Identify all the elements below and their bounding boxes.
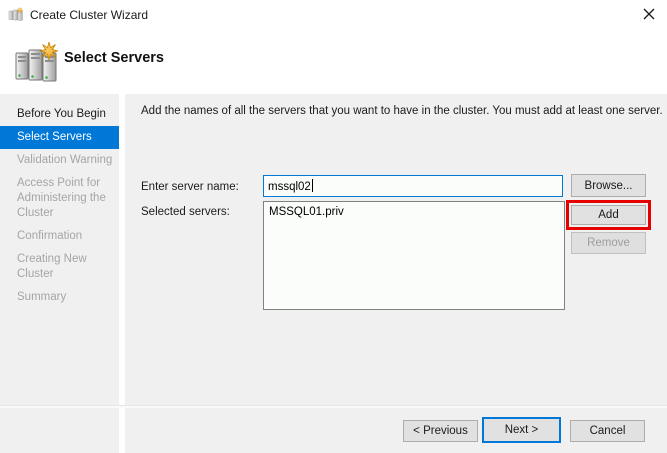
cluster-app-icon <box>8 6 24 22</box>
server-name-label: Enter server name: <box>141 181 239 193</box>
create-cluster-wizard-window: Create Cluster Wizard <box>0 0 667 453</box>
wizard-body: Before You Begin Select Servers Validati… <box>0 94 667 453</box>
wizard-header: Select Servers <box>0 28 667 93</box>
wizard-steps-nav: Before You Begin Select Servers Validati… <box>0 94 119 453</box>
browse-button[interactable]: Browse... <box>571 174 646 197</box>
add-button-highlight: Add <box>566 200 651 230</box>
window-title: Create Cluster Wizard <box>30 8 148 22</box>
step-creating-new-cluster: Creating New Cluster <box>0 248 119 286</box>
step-summary: Summary <box>0 286 119 309</box>
instruction-text: Add the names of all the servers that yo… <box>141 105 663 117</box>
step-select-servers: Select Servers <box>0 126 119 149</box>
close-icon[interactable] <box>636 2 662 26</box>
step-before-you-begin: Before You Begin <box>0 103 119 126</box>
next-button[interactable]: Next > <box>482 417 561 443</box>
step-access-point: Access Point for Administering the Clust… <box>0 172 119 225</box>
selected-servers-list[interactable]: MSSQL01.priv <box>263 201 565 310</box>
add-button[interactable]: Add <box>571 205 646 225</box>
step-validation-warning: Validation Warning <box>0 149 119 172</box>
selected-servers-label: Selected servers: <box>141 206 230 218</box>
server-name-value: mssql02 <box>268 181 311 193</box>
cancel-button[interactable]: Cancel <box>570 420 645 442</box>
step-confirmation: Confirmation <box>0 225 119 248</box>
select-servers-panel: Add the names of all the servers that yo… <box>125 94 667 453</box>
title-bar: Create Cluster Wizard <box>0 0 667 28</box>
remove-button[interactable]: Remove <box>571 232 646 254</box>
select-servers-icon <box>13 41 61 83</box>
list-item[interactable]: MSSQL01.priv <box>264 202 564 222</box>
server-name-input[interactable]: mssql02 <box>263 175 563 197</box>
page-title: Select Servers <box>64 50 164 66</box>
footer-divider-highlight <box>0 406 667 408</box>
previous-button[interactable]: < Previous <box>403 420 478 442</box>
text-caret <box>312 179 313 192</box>
